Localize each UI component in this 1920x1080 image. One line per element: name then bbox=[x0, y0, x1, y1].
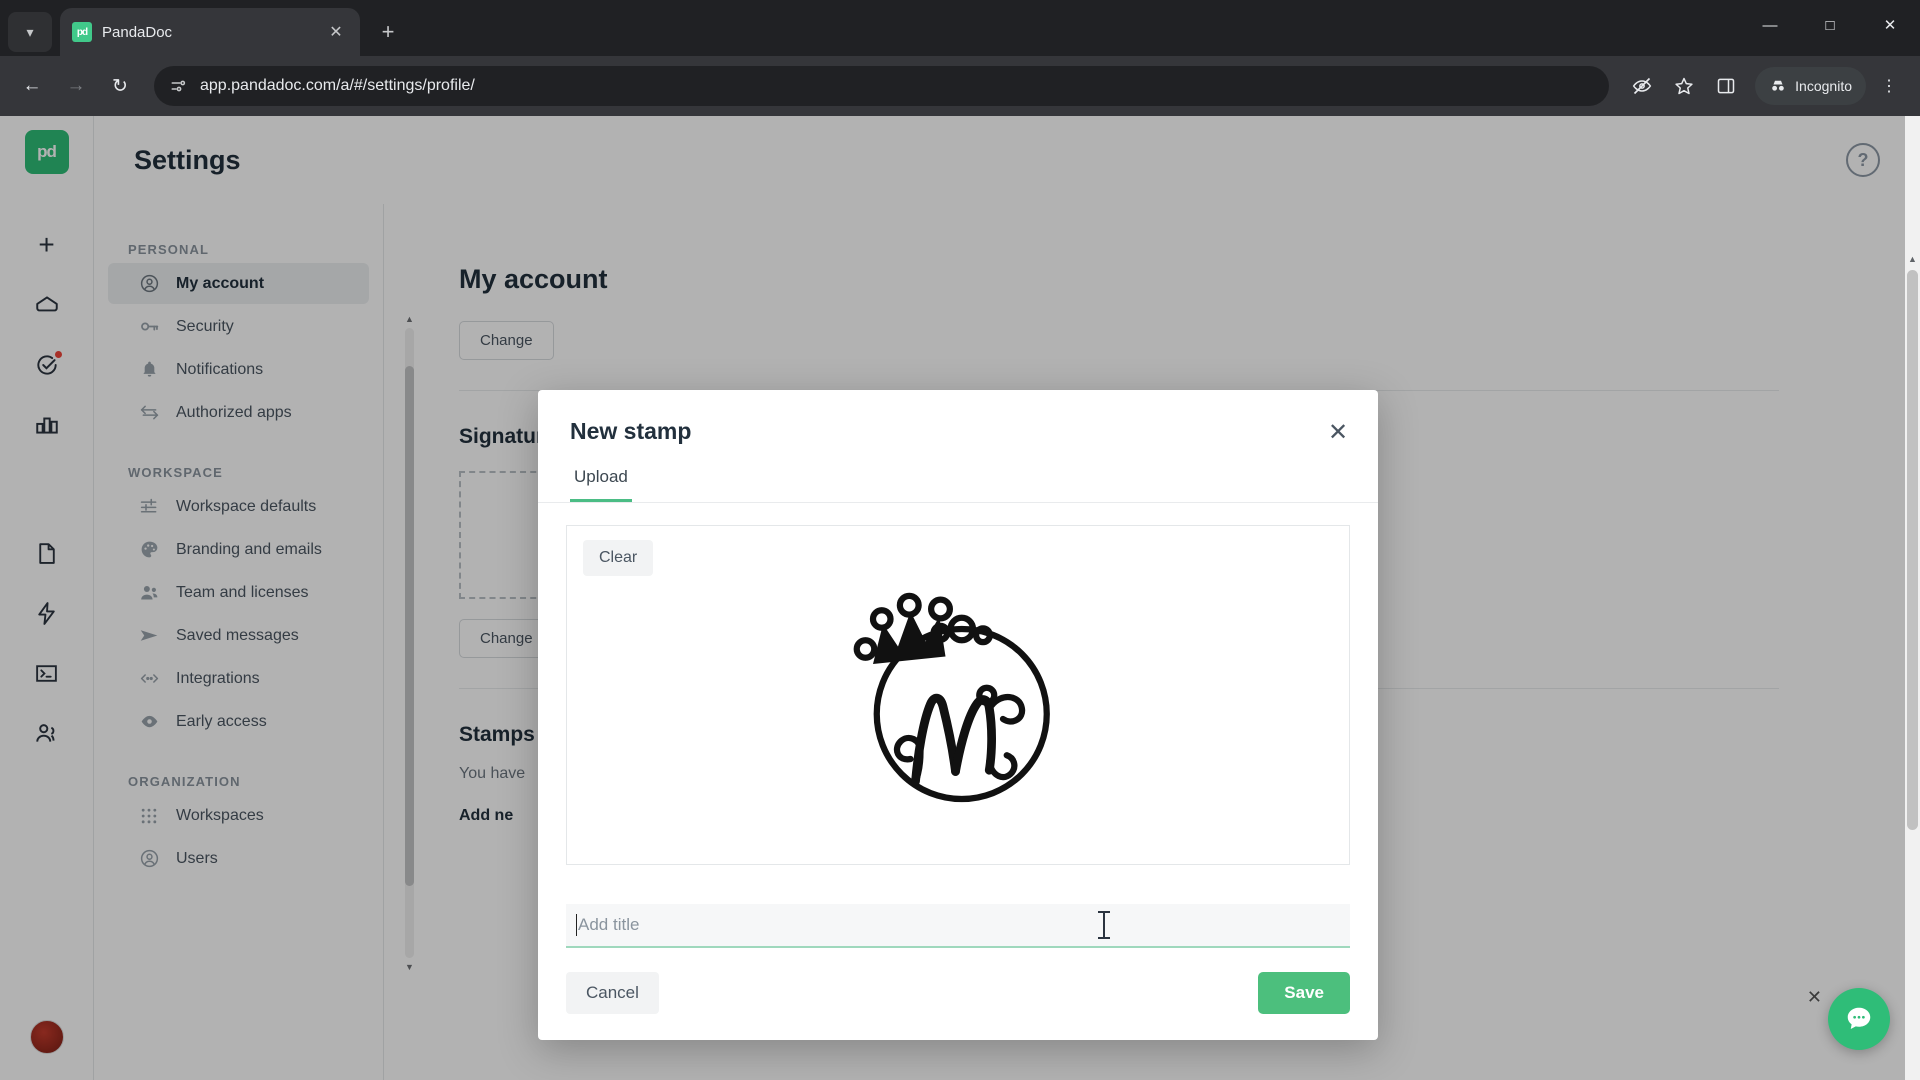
chat-close-icon[interactable]: ✕ bbox=[1807, 987, 1822, 1008]
new-stamp-dialog: New stamp ✕ Upload Clear Add title Cance… bbox=[538, 390, 1378, 1040]
url-text: app.pandadoc.com/a/#/settings/profile/ bbox=[200, 77, 475, 94]
browser-toolbar: ← → ↻ app.pandadoc.com/a/#/settings/prof… bbox=[0, 56, 1920, 116]
text-cursor-icon bbox=[1098, 911, 1110, 939]
bookmark-star-icon[interactable] bbox=[1665, 67, 1703, 105]
stamp-canvas[interactable]: Clear bbox=[566, 525, 1350, 865]
address-bar[interactable]: app.pandadoc.com/a/#/settings/profile/ bbox=[154, 66, 1610, 106]
incognito-label: Incognito bbox=[1795, 78, 1852, 94]
menu-kebab-icon[interactable]: ⋮ bbox=[1870, 67, 1908, 105]
side-panel-icon[interactable] bbox=[1707, 67, 1745, 105]
monogram-crown-stamp bbox=[853, 592, 1050, 803]
pandadoc-favicon-icon: pd bbox=[72, 22, 92, 42]
close-icon[interactable]: ✕ bbox=[1320, 414, 1356, 450]
hide-password-icon[interactable] bbox=[1623, 67, 1661, 105]
window-controls: — □ ✕ bbox=[1740, 0, 1920, 50]
save-button[interactable]: Save bbox=[1258, 972, 1350, 1014]
dialog-tabs: Upload bbox=[538, 445, 1378, 503]
browser-tab[interactable]: pd PandaDoc ✕ bbox=[60, 8, 360, 56]
incognito-indicator[interactable]: Incognito bbox=[1755, 67, 1866, 105]
page-scroll-up-icon[interactable]: ▲ bbox=[1905, 250, 1920, 268]
reload-icon[interactable]: ↻ bbox=[100, 66, 140, 106]
page-viewport: pd + Settings ? PERSONAL My account Secu… bbox=[0, 116, 1920, 1080]
tab-search-icon[interactable]: ▾ bbox=[8, 12, 52, 52]
page-scrollbar-thumb[interactable] bbox=[1907, 270, 1918, 830]
window-close-button[interactable]: ✕ bbox=[1860, 0, 1920, 50]
tab-upload[interactable]: Upload bbox=[570, 467, 632, 502]
new-tab-button[interactable]: + bbox=[370, 14, 406, 50]
text-caret bbox=[576, 914, 577, 936]
minimize-button[interactable]: — bbox=[1740, 0, 1800, 50]
stamp-title-placeholder: Add title bbox=[578, 915, 640, 934]
site-settings-icon[interactable] bbox=[170, 77, 188, 95]
dialog-body: Clear bbox=[538, 503, 1378, 882]
page-scrollbar[interactable]: ▲ bbox=[1905, 116, 1920, 1080]
back-icon[interactable]: ← bbox=[12, 66, 52, 106]
tab-title: PandaDoc bbox=[102, 23, 173, 41]
stamp-title-field[interactable]: Add title bbox=[566, 904, 1350, 948]
dialog-header: New stamp ✕ bbox=[538, 390, 1378, 446]
maximize-button[interactable]: □ bbox=[1800, 0, 1860, 50]
tab-strip: ▾ pd PandaDoc ✕ + — □ ✕ bbox=[0, 0, 1920, 56]
close-icon[interactable]: ✕ bbox=[324, 20, 348, 44]
dialog-footer: Cancel Save bbox=[538, 948, 1378, 1040]
dialog-title: New stamp bbox=[570, 418, 692, 444]
browser-window: ▾ pd PandaDoc ✕ + — □ ✕ ← → ↻ app.pandad… bbox=[0, 0, 1920, 1080]
cancel-button[interactable]: Cancel bbox=[566, 972, 659, 1014]
chat-bubble-icon[interactable] bbox=[1828, 988, 1890, 1050]
forward-icon[interactable]: → bbox=[56, 66, 96, 106]
clear-button[interactable]: Clear bbox=[583, 540, 654, 576]
